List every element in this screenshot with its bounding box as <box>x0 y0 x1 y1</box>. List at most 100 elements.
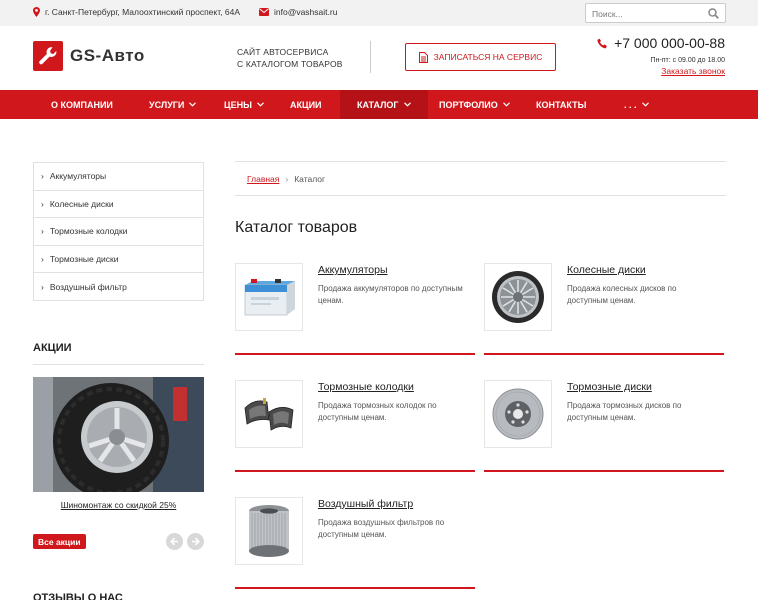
request-call-link[interactable]: Заказать звонок <box>661 66 725 76</box>
product-title[interactable]: Тормозные диски <box>567 381 652 393</box>
document-icon <box>418 51 428 63</box>
product-title[interactable]: Воздушный фильтр <box>318 498 413 510</box>
email[interactable]: info@vashsait.ru <box>259 7 337 17</box>
product-image-brake-pads[interactable] <box>235 380 303 448</box>
arrow-left-icon <box>170 537 178 546</box>
breadcrumb-current: Каталог <box>294 174 326 184</box>
logo[interactable]: GS-Авто <box>33 41 145 71</box>
nav-item-contacts[interactable]: Контакты <box>519 90 603 119</box>
nav-item-about[interactable]: О компании <box>34 90 130 119</box>
top-bar: г. Санкт-Петербург, Малоохтинский проспе… <box>0 0 758 26</box>
nav-item-promos[interactable]: Акции <box>273 90 339 119</box>
chevron-down-icon <box>256 102 264 107</box>
product-divider <box>484 470 724 472</box>
nav-label: Цены <box>224 99 252 110</box>
product-description: Продажа колесных дисков по доступным цен… <box>567 284 677 305</box>
sidebar-item-label: Аккумуляторы <box>49 171 107 182</box>
header-divider <box>370 41 371 73</box>
book-service-label: ЗАПИСАТЬСЯ НА СЕРВИС <box>433 52 543 62</box>
reviews-heading: ОТЗЫВЫ О НАС <box>33 592 123 600</box>
sidebar-item-label: Колесные диски <box>49 198 114 209</box>
nav-label: Каталог <box>357 99 399 110</box>
search-input[interactable] <box>592 7 702 20</box>
product-card: Колесные диски Продажа колесных дисков п… <box>484 263 724 359</box>
sidebar-item-batteries[interactable]: › Аккумуляторы <box>34 163 203 191</box>
promos-heading: АКЦИИ <box>33 342 72 354</box>
nav-item-more[interactable]: . . . <box>607 90 666 119</box>
phone-number: +7 000 000-00-88 <box>614 35 725 51</box>
nav-item-catalog[interactable]: Каталог <box>340 90 428 119</box>
slogan: САЙТ АВТОСЕРВИСА С КАТАЛОГОМ ТОВАРОВ <box>237 47 343 70</box>
chevron-right-icon: › <box>41 254 44 265</box>
chevron-down-icon <box>502 102 510 107</box>
nav-item-prices[interactable]: Цены <box>207 90 281 119</box>
nav-label: Услуги <box>149 99 185 110</box>
main-nav: О компании Услуги Цены Акции Каталог Пор… <box>0 90 758 119</box>
product-description: Продажа аккумуляторов по доступным ценам… <box>318 284 463 305</box>
product-title[interactable]: Колесные диски <box>567 264 646 276</box>
breadcrumb-home[interactable]: Главная <box>247 174 279 184</box>
chevron-right-icon: › <box>41 281 44 292</box>
nav-label: . . . <box>624 99 637 110</box>
nav-item-services[interactable]: Услуги <box>132 90 213 119</box>
sidebar-item-label: Воздушный фильтр <box>49 281 127 292</box>
address-text: г. Санкт-Петербург, Малоохтинский проспе… <box>45 7 241 17</box>
chevron-down-icon <box>403 102 411 107</box>
working-hours: Пн-пт: с 09.00 до 18.00 <box>650 57 725 64</box>
sidebar-item-air-filter[interactable]: › Воздушный фильтр <box>34 273 203 301</box>
product-card: Тормозные колодки Продажа тормозных коло… <box>235 380 475 476</box>
slogan-line-2: С КАТАЛОГОМ ТОВАРОВ <box>237 58 343 69</box>
prev-slide-button[interactable] <box>166 533 183 550</box>
phone[interactable]: +7 000 000-00-88 <box>597 35 725 51</box>
search-icon[interactable] <box>708 8 719 19</box>
promo-caption[interactable]: Шиномонтаж со скидкой 25% <box>33 500 204 510</box>
nav-label: О компании <box>51 99 113 110</box>
wrench-icon <box>33 41 63 71</box>
product-card: Воздушный фильтр Продажа воздушных фильт… <box>235 497 475 593</box>
product-divider <box>235 353 475 355</box>
logo-text: GS-Авто <box>70 46 145 65</box>
nav-item-portfolio[interactable]: Портфолио <box>422 90 527 119</box>
sidebar-item-label: Тормозные диски <box>49 254 119 265</box>
arrow-right-icon <box>192 537 200 546</box>
product-divider <box>484 353 724 355</box>
product-description: Продажа тормозных колодок по доступным ц… <box>318 401 437 422</box>
product-image-wheel-rim[interactable] <box>484 263 552 331</box>
book-service-button[interactable]: ЗАПИСАТЬСЯ НА СЕРВИС <box>405 43 556 71</box>
chevron-down-icon <box>189 102 197 107</box>
email-text[interactable]: info@vashsait.ru <box>274 7 337 17</box>
sidebar-categories: › Аккумуляторы › Колесные диски › Тормозные… <box>33 162 204 301</box>
product-description: Продажа воздушных фильтров по доступным … <box>318 518 445 539</box>
phone-icon <box>597 38 607 48</box>
product-image-air-filter[interactable] <box>235 497 303 565</box>
product-description: Продажа тормозных дисков по доступным це… <box>567 401 682 422</box>
all-promos-button[interactable]: Все акции <box>33 534 86 549</box>
sidebar-item-label: Тормозные колодки <box>49 226 128 237</box>
product-image-brake-disc[interactable] <box>484 380 552 448</box>
product-title[interactable]: Аккумуляторы <box>318 264 388 276</box>
nav-label: Портфолио <box>439 99 498 110</box>
chevron-right-icon: › <box>41 198 44 209</box>
slogan-line-1: САЙТ АВТОСЕРВИСА <box>237 47 329 57</box>
next-slide-button[interactable] <box>187 533 204 550</box>
sidebar-item-rims[interactable]: › Колесные диски <box>34 191 203 219</box>
search-box[interactable] <box>585 3 726 23</box>
chevron-right-icon: › <box>41 226 44 237</box>
sidebar-item-brake-discs[interactable]: › Тормозные диски <box>34 246 203 274</box>
nav-label: Акции <box>290 99 322 110</box>
promo-image-tire-service[interactable] <box>33 377 204 492</box>
address: г. Санкт-Петербург, Малоохтинский проспе… <box>33 7 240 17</box>
nav-label: Контакты <box>536 99 587 110</box>
breadcrumb-divider <box>235 195 726 196</box>
breadcrumb-separator: › <box>285 174 289 184</box>
product-title[interactable]: Тормозные колодки <box>318 381 414 393</box>
promos-divider <box>33 364 204 365</box>
product-divider <box>235 587 475 589</box>
map-pin-icon <box>33 7 40 17</box>
chevron-right-icon: › <box>41 171 44 182</box>
sidebar-item-brake-pads[interactable]: › Тормозные колодки <box>34 218 203 246</box>
product-card: Тормозные диски Продажа тормозных дисков… <box>484 380 724 476</box>
content-top-divider <box>235 161 726 162</box>
product-image-battery[interactable] <box>235 263 303 331</box>
chevron-down-icon <box>641 102 649 107</box>
